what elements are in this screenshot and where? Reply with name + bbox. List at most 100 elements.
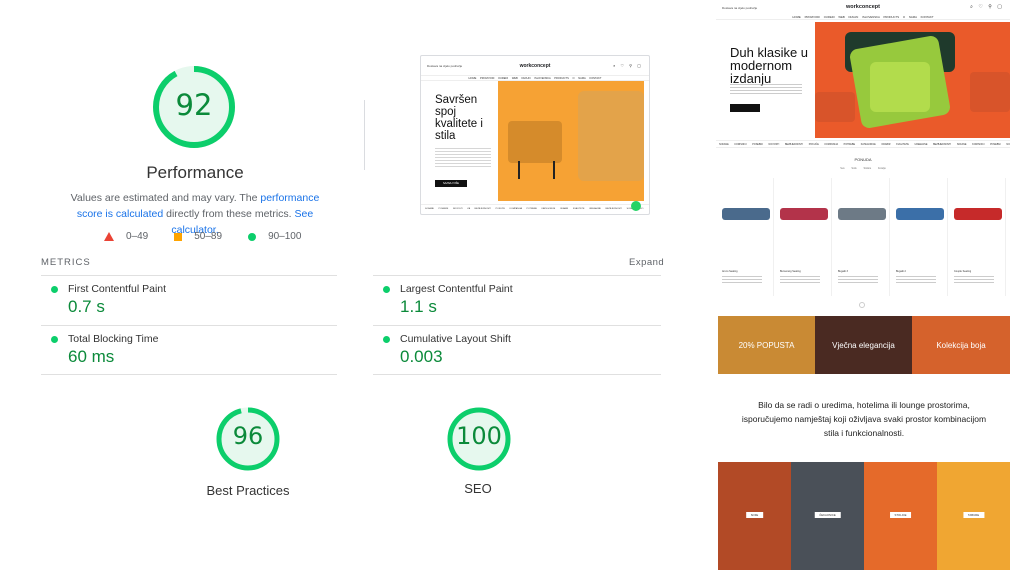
fullpage-category-tiles: SOFE ČEKAONICE STOLICE TABURE [718, 462, 1010, 570]
promo-banner: Kolekcija boja [912, 316, 1010, 374]
pass-circle-icon [383, 286, 390, 293]
page-preview-thumbnail[interactable]: Dostava na cijelo područje workconcept ⌕… [420, 55, 650, 215]
banner-label: Kolekcija boja [936, 341, 986, 350]
metric-cls: Cumulative Layout Shift 0.003 [373, 325, 663, 375]
metric-value: 60 ms [68, 347, 115, 366]
fullpage-intro-paragraph: Bilo da se radi o uredima, hotelima ili … [741, 400, 987, 438]
score-legend: 0–49 50–89 90–100 [104, 231, 327, 242]
product-description [838, 276, 878, 284]
product-name: Amco Seating [722, 270, 738, 273]
full-page-screenshot: Dostava na cijelo područje workconcept ⌕… [716, 0, 1010, 570]
product-card: Bugatti 2 [892, 178, 948, 296]
best-practices-label: Best Practices [206, 483, 290, 498]
fullpage-hero-title: Duh klasike u modernom izdanju [730, 45, 809, 86]
product-card: Amco Seating [718, 178, 774, 296]
average-square-icon [174, 232, 183, 241]
seo-gauge: 100 [446, 406, 512, 472]
fullpage-product-tabs: Sve Sofe Stolice Fotelje [840, 167, 886, 170]
legend-average-label: 50–89 [194, 231, 223, 242]
chair-leg [553, 161, 555, 179]
tile-label: SOFE [745, 512, 764, 518]
product-image [896, 208, 944, 220]
metric-value: 0.7 s [68, 297, 105, 316]
whatsapp-icon [631, 201, 641, 211]
metrics-heading: METRICS [41, 257, 91, 268]
fullpage-category-bar: SOFANE KORISNICI POSEBNI NOVOSTI BEZBJED… [716, 140, 1010, 148]
product-image [838, 208, 886, 220]
product-image [722, 208, 770, 220]
pass-circle-icon [51, 336, 58, 343]
tile-label: STOLICE [889, 512, 912, 518]
pass-circle-icon [383, 336, 390, 343]
metric-fcp: First Contentful Paint 0.7 s [41, 275, 331, 325]
fullpage-hero-image [815, 22, 1010, 138]
fullpage-products: Amco Seating Bumerang Seating Bugatti 3 … [716, 178, 1010, 298]
metric-tbt: Total Blocking Time 60 ms [41, 325, 331, 375]
product-image [954, 208, 1002, 220]
metric-label: Largest Contentful Paint [400, 283, 513, 295]
pass-circle-icon [248, 232, 257, 241]
fail-triangle-icon [104, 232, 114, 241]
preview-cta-button: SAZNAJ VIŠE [435, 180, 467, 187]
tile-label: ČEKAONICE [814, 512, 841, 518]
product-name: Bumerang Seating [780, 270, 801, 273]
best-practices-score: 96 [232, 422, 264, 450]
product-name: Couple Seating [954, 270, 972, 273]
tile-label: TABURE [962, 512, 985, 518]
promo-banner: Vječna elegancija [815, 316, 912, 374]
product-description [954, 276, 994, 284]
preview-hero-title: Savršen spoj kvalitete i stila [435, 94, 483, 142]
fullpage-nav: HOME PROIZVODI OUREDI WEB DIZAJN ISLOVEN… [716, 14, 1010, 20]
banner-label: Vječna elegancija [832, 341, 895, 350]
pass-circle-icon [51, 286, 58, 293]
metric-label: Total Blocking Time [68, 333, 159, 345]
performance-gauge: 92 [151, 64, 237, 150]
legend-pass: 90–100 [248, 231, 301, 242]
preview-header-icons: ⌕ ♡ ⚲ ▢ [613, 63, 643, 68]
fullpage-hero-description [730, 84, 802, 94]
legend-fail-label: 0–49 [126, 231, 149, 242]
metric-label: First Contentful Paint [68, 283, 167, 295]
fullpage-header-icons: ⌕ ♡ ⚲ ▢ [970, 4, 1004, 10]
category-tile: TABURE [937, 462, 1010, 570]
product-card: Couple Seating [950, 178, 1006, 296]
product-description [722, 276, 762, 284]
carousel-indicator [859, 302, 865, 308]
description-text-1: Values are estimated and may vary. The [70, 192, 261, 204]
product-card: Bugatti 3 [834, 178, 890, 296]
fullpage-section-title: PONUDA [854, 157, 872, 162]
metric-value: 1.1 s [400, 297, 437, 316]
metrics-grid: First Contentful Paint 0.7 s Largest Con… [41, 275, 661, 375]
category-tile: SOFE [718, 462, 791, 570]
legend-average: 50–89 [174, 231, 222, 242]
product-card: Bumerang Seating [776, 178, 832, 296]
seo-score: 100 [456, 422, 502, 450]
chair-leg [518, 161, 520, 179]
description-text-2: directly from these metrics. [163, 208, 295, 220]
performance-label: Performance [146, 163, 244, 182]
vertical-divider [364, 100, 365, 170]
metric-label: Cumulative Layout Shift [400, 333, 511, 345]
legend-fail: 0–49 [104, 231, 148, 242]
preview-hero-image [498, 81, 644, 201]
expand-toggle[interactable]: Expand [629, 257, 664, 268]
preview-category-bar: SOFANE POSEBNI NOVOSTI ZA BEZBJEDNOSTI P… [421, 204, 649, 212]
category-tile: STOLICE [864, 462, 937, 570]
best-practices-gauge: 96 [215, 406, 281, 472]
product-name: Bugatti 2 [896, 270, 906, 273]
product-image [780, 208, 828, 220]
promo-banner: 20% POPUSTA [718, 316, 815, 374]
fullpage-banners: 20% POPUSTA Vječna elegancija Kolekcija … [718, 316, 1010, 374]
chair-shape [815, 92, 855, 122]
fullpage-cta-button [730, 104, 760, 112]
metric-lcp: Largest Contentful Paint 1.1 s [373, 275, 663, 325]
armchair-shape [578, 91, 644, 181]
metric-value: 0.003 [400, 347, 443, 366]
category-tile: ČEKAONICE [791, 462, 864, 570]
fullpage-logo: workconcept [846, 4, 880, 10]
product-description [896, 276, 936, 284]
preview-hero-description [435, 148, 491, 168]
legend-pass-label: 90–100 [268, 231, 302, 242]
performance-score: 92 [175, 88, 213, 122]
banner-label: 20% POPUSTA [738, 341, 795, 350]
